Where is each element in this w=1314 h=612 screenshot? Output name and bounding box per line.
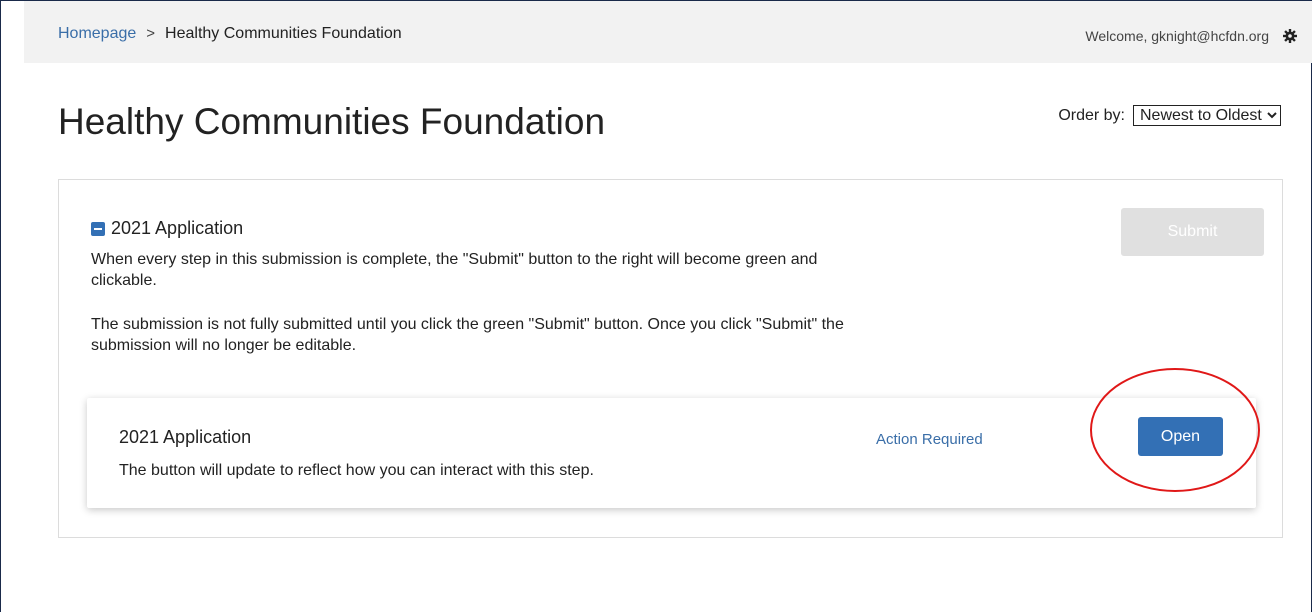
collapse-minus-icon[interactable] (91, 221, 105, 236)
gear-icon[interactable] (1282, 28, 1298, 44)
top-bar: Homepage > Healthy Communities Foundation … (24, 1, 1312, 63)
open-step-button[interactable]: Open (1138, 417, 1223, 456)
step-card: 2021 Application The button will update … (87, 398, 1256, 508)
submit-button[interactable]: Submit (1121, 208, 1264, 256)
welcome-text: Welcome, gknight@hcfdn.org (1085, 28, 1269, 44)
order-by-label: Order by: (1058, 106, 1125, 124)
step-title: 2021 Application (119, 427, 252, 447)
submission-panel: 2021 Application When every step in this… (58, 179, 1283, 538)
submission-description-1: When every step in this submission is co… (91, 251, 818, 289)
page-title: Healthy Communities Foundation (58, 101, 606, 142)
breadcrumb-separator: > (146, 25, 156, 42)
submission-description-2: The submission is not fully submitted un… (91, 316, 844, 354)
user-menu[interactable]: Welcome, gknight@hcfdn.org (1085, 28, 1298, 44)
order-by-select[interactable]: Newest to Oldest (1133, 105, 1281, 126)
breadcrumb: Homepage > Healthy Communities Foundation (58, 25, 402, 43)
order-by-control: Order by: Newest to Oldest (1058, 105, 1281, 126)
breadcrumb-home-link[interactable]: Homepage (58, 25, 136, 42)
step-status-badge: Action Required (876, 431, 983, 448)
app-window: Homepage > Healthy Communities Foundation … (0, 0, 1312, 612)
step-description: The button will update to reflect how yo… (119, 462, 594, 479)
breadcrumb-current: Healthy Communities Foundation (165, 25, 402, 42)
submission-title: 2021 Application (111, 218, 244, 238)
submission-header[interactable]: 2021 Application (91, 218, 243, 239)
